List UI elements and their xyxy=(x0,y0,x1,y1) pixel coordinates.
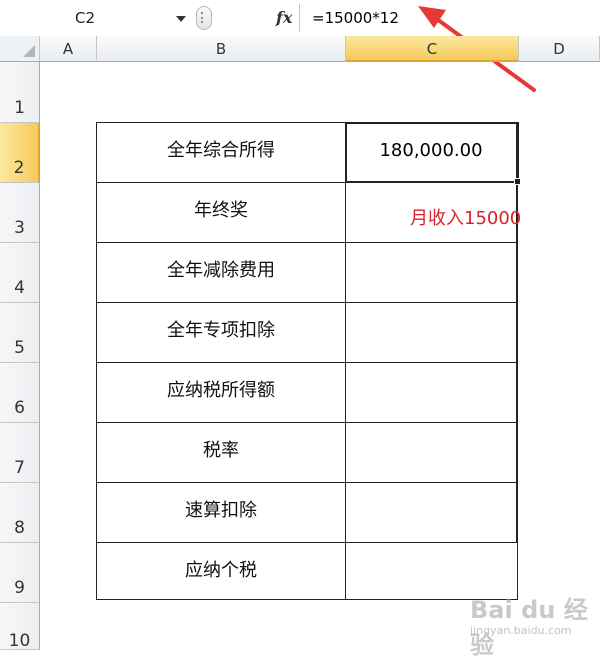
select-all-corner[interactable] xyxy=(0,36,40,62)
row-header-9[interactable]: 9 xyxy=(0,543,40,603)
row-header-6[interactable]: 6 xyxy=(0,363,40,423)
row-header-3[interactable]: 3 xyxy=(0,183,40,243)
label-cell[interactable]: 应纳税所得额 xyxy=(97,363,346,423)
chevron-down-icon[interactable] xyxy=(176,16,186,22)
value-cell-c4[interactable] xyxy=(346,243,517,303)
label-cell[interactable]: 全年减除费用 xyxy=(97,243,346,303)
value-cell-c5[interactable] xyxy=(346,303,517,363)
tax-table: 全年综合所得 180,000.00 年终奖 全年减除费用 全年专项扣除 应纳税所… xyxy=(96,122,518,600)
row-header-8[interactable]: 8 xyxy=(0,483,40,543)
name-box[interactable]: C2 xyxy=(0,6,190,30)
row-header-4[interactable]: 4 xyxy=(0,243,40,303)
column-header-d[interactable]: D xyxy=(519,36,600,62)
insert-function-button[interactable]: fx xyxy=(210,6,298,30)
watermark-url: jingyan.baidu.com xyxy=(470,624,572,637)
column-header-b[interactable]: B xyxy=(97,36,346,62)
baidu-watermark: Bai du 经验 jingyan.baidu.com xyxy=(470,590,598,659)
value-cell-c7[interactable] xyxy=(346,423,517,483)
label-cell[interactable]: 税率 xyxy=(97,423,346,483)
row-header-5[interactable]: 5 xyxy=(0,303,40,363)
row-header-10[interactable]: 10 xyxy=(0,603,40,651)
name-box-value[interactable]: C2 xyxy=(0,6,170,30)
formula-input[interactable]: =15000*12 xyxy=(312,6,399,30)
column-header-a[interactable]: A xyxy=(40,36,97,62)
row-header-1[interactable]: 1 xyxy=(0,62,40,123)
fx-icon[interactable]: fx xyxy=(276,6,292,30)
row-header-2[interactable]: 2 xyxy=(0,123,40,183)
column-header-c[interactable]: C xyxy=(346,36,519,62)
row-header-7[interactable]: 7 xyxy=(0,423,40,483)
active-cell-selection[interactable] xyxy=(345,122,521,185)
annotation-note: 月收入15000 xyxy=(410,208,522,229)
label-cell[interactable]: 年终奖 xyxy=(97,183,346,243)
select-all-icon xyxy=(23,45,35,57)
fill-handle[interactable] xyxy=(514,178,521,185)
label-cell[interactable]: 全年专项扣除 xyxy=(97,303,346,363)
value-cell-c6[interactable] xyxy=(346,363,517,423)
label-cell[interactable]: 速算扣除 xyxy=(97,483,346,543)
label-cell[interactable]: 应纳个税 xyxy=(97,543,346,599)
label-cell[interactable]: 全年综合所得 xyxy=(97,123,346,183)
formula-bar-divider xyxy=(299,4,300,32)
value-cell-c8[interactable] xyxy=(346,483,517,543)
grip-icon xyxy=(201,12,208,23)
